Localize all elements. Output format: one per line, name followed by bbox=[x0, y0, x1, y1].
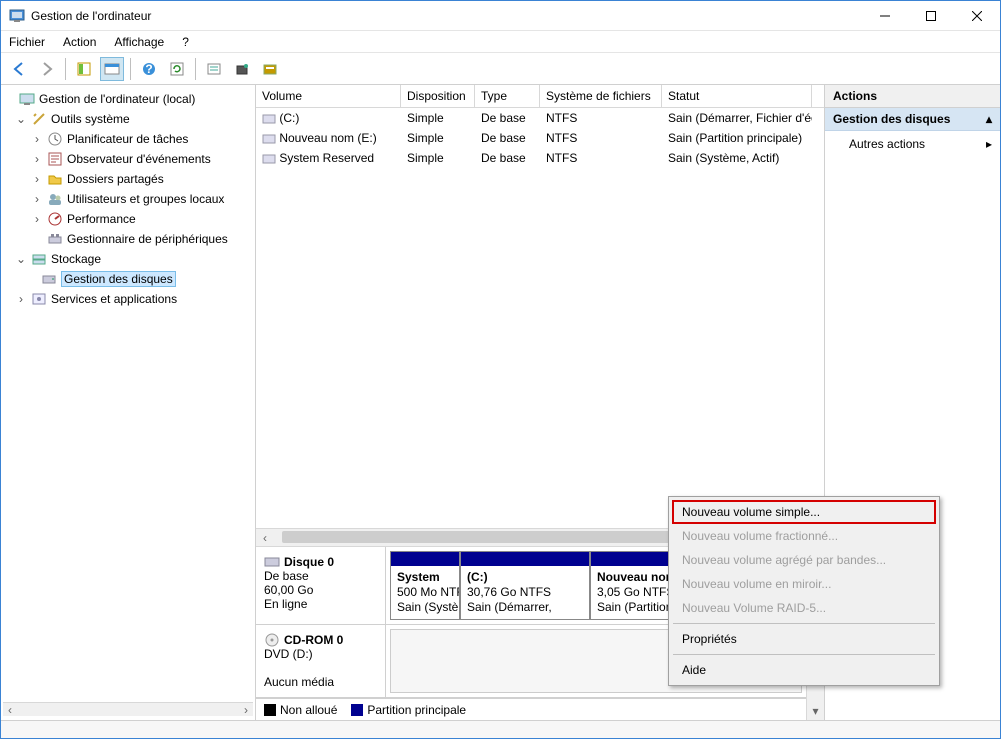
tree-system-tools[interactable]: Outils système bbox=[51, 112, 130, 126]
volume-list: (C:) Simple De base NTFS Sain (Démarrer,… bbox=[256, 108, 824, 168]
expand-icon[interactable]: ⌄ bbox=[15, 112, 27, 126]
toolbar-icon-2[interactable] bbox=[230, 57, 254, 81]
window-title: Gestion de l'ordinateur bbox=[31, 9, 862, 23]
tree-disk-management[interactable]: Gestion des disques bbox=[61, 271, 176, 287]
cdrom-state: Aucun média bbox=[264, 675, 377, 689]
legend-primary: Partition principale bbox=[367, 703, 466, 717]
disk-kind: De base bbox=[264, 569, 377, 583]
tree-task-scheduler[interactable]: Planificateur de tâches bbox=[67, 132, 188, 146]
close-button[interactable] bbox=[954, 1, 1000, 31]
volume-icon bbox=[262, 153, 276, 165]
tools-icon bbox=[31, 111, 47, 127]
svg-text:?: ? bbox=[145, 62, 152, 76]
disk-management-icon bbox=[41, 271, 57, 287]
menu-new-spanned-volume: Nouveau volume fractionné... bbox=[672, 524, 936, 548]
maximize-button[interactable] bbox=[908, 1, 954, 31]
cdrom-icon bbox=[264, 633, 280, 647]
disk-size: 60,00 Go bbox=[264, 583, 377, 597]
menubar: Fichier Action Affichage ? bbox=[1, 31, 1000, 53]
navigation-tree: Gestion de l'ordinateur (local) ⌄ Outils … bbox=[1, 85, 256, 720]
tree-services-apps[interactable]: Services et applications bbox=[51, 292, 177, 306]
column-header-disposition[interactable]: Disposition bbox=[401, 85, 475, 107]
column-header-volume[interactable]: Volume bbox=[256, 85, 401, 107]
menu-view[interactable]: Affichage bbox=[114, 35, 164, 49]
menu-properties[interactable]: Propriétés bbox=[672, 627, 936, 651]
tree-root[interactable]: Gestion de l'ordinateur (local) bbox=[39, 92, 195, 106]
users-icon bbox=[47, 191, 63, 207]
legend-unallocated: Non alloué bbox=[280, 703, 337, 717]
computer-icon bbox=[19, 91, 35, 107]
partition-c[interactable]: (C:)30,76 Go NTFSSain (Démarrer, bbox=[460, 551, 590, 620]
storage-icon bbox=[31, 251, 47, 267]
device-manager-icon bbox=[47, 231, 63, 247]
help-button[interactable]: ? bbox=[137, 57, 161, 81]
tree-event-viewer[interactable]: Observateur d'événements bbox=[67, 152, 211, 166]
legend: Non alloué Partition principale bbox=[256, 698, 806, 720]
volume-row[interactable]: System Reserved Simple De base NTFS Sain… bbox=[256, 148, 824, 168]
volume-icon bbox=[262, 133, 276, 145]
menu-help[interactable]: Aide bbox=[672, 658, 936, 682]
context-menu: Nouveau volume simple... Nouveau volume … bbox=[668, 496, 940, 686]
expand-icon[interactable]: › bbox=[31, 212, 43, 226]
disk-icon bbox=[264, 555, 280, 569]
column-header-status[interactable]: Statut bbox=[662, 85, 812, 107]
shared-folders-icon bbox=[47, 171, 63, 187]
status-bar bbox=[1, 720, 1000, 738]
properties-button[interactable] bbox=[100, 57, 124, 81]
actions-section[interactable]: Gestion des disques▴ bbox=[825, 108, 1000, 131]
actions-other-actions[interactable]: Autres actions▸ bbox=[825, 131, 1000, 157]
volume-row[interactable]: Nouveau nom (E:) Simple De base NTFS Sai… bbox=[256, 128, 824, 148]
app-icon bbox=[9, 8, 25, 24]
partition-e[interactable]: Nouveau nom3,05 Go NTFSSain (Partition bbox=[590, 551, 680, 620]
volume-row[interactable]: (C:) Simple De base NTFS Sain (Démarrer,… bbox=[256, 108, 824, 128]
clock-icon bbox=[47, 131, 63, 147]
disk-info[interactable]: Disque 0 De base 60,00 Go En ligne bbox=[256, 547, 386, 624]
cdrom-kind: DVD (D:) bbox=[264, 647, 377, 661]
volume-icon bbox=[262, 113, 276, 125]
back-button[interactable] bbox=[7, 57, 31, 81]
forward-button[interactable] bbox=[35, 57, 59, 81]
services-icon bbox=[31, 291, 47, 307]
disk-info[interactable]: CD-ROM 0 DVD (D:) Aucun média bbox=[256, 625, 386, 697]
tree-horizontal-scrollbar[interactable]: ‹› bbox=[3, 702, 253, 716]
expand-icon[interactable]: › bbox=[31, 172, 43, 186]
menu-new-striped-volume: Nouveau volume agrégé par bandes... bbox=[672, 548, 936, 572]
column-header-filesystem[interactable]: Système de fichiers bbox=[540, 85, 662, 107]
toolbar-icon-1[interactable] bbox=[202, 57, 226, 81]
expand-icon[interactable]: › bbox=[31, 152, 43, 166]
tree-performance[interactable]: Performance bbox=[67, 212, 136, 226]
expand-icon[interactable]: › bbox=[31, 192, 43, 206]
disk-state: En ligne bbox=[264, 597, 377, 611]
event-viewer-icon bbox=[47, 151, 63, 167]
expand-icon[interactable]: ⌄ bbox=[15, 252, 27, 266]
tree-storage[interactable]: Stockage bbox=[51, 252, 101, 266]
toolbar-icon-3[interactable] bbox=[258, 57, 282, 81]
menu-file[interactable]: Fichier bbox=[9, 35, 45, 49]
menu-help[interactable]: ? bbox=[182, 35, 189, 49]
tree-device-manager[interactable]: Gestionnaire de périphériques bbox=[67, 232, 228, 246]
volume-list-header: Volume Disposition Type Système de fichi… bbox=[256, 85, 824, 108]
performance-icon bbox=[47, 211, 63, 227]
collapse-icon: ▴ bbox=[986, 112, 992, 126]
show-hide-tree-button[interactable] bbox=[72, 57, 96, 81]
actions-header: Actions bbox=[825, 85, 1000, 108]
refresh-button[interactable] bbox=[165, 57, 189, 81]
menu-new-mirrored-volume: Nouveau volume en miroir... bbox=[672, 572, 936, 596]
toolbar: ? bbox=[1, 53, 1000, 85]
column-header-type[interactable]: Type bbox=[475, 85, 540, 107]
menu-new-simple-volume[interactable]: Nouveau volume simple... bbox=[672, 500, 936, 524]
menu-action[interactable]: Action bbox=[63, 35, 96, 49]
chevron-right-icon: ▸ bbox=[986, 137, 992, 151]
menu-new-raid5-volume: Nouveau Volume RAID-5... bbox=[672, 596, 936, 620]
titlebar: Gestion de l'ordinateur bbox=[1, 1, 1000, 31]
tree-shared-folders[interactable]: Dossiers partagés bbox=[67, 172, 164, 186]
tree-users-groups[interactable]: Utilisateurs et groupes locaux bbox=[67, 192, 224, 206]
partition-system-reserved[interactable]: System500 Mo NTFSSain (Système bbox=[390, 551, 460, 620]
expand-icon[interactable]: › bbox=[31, 132, 43, 146]
expand-icon[interactable]: › bbox=[15, 292, 27, 306]
minimize-button[interactable] bbox=[862, 1, 908, 31]
